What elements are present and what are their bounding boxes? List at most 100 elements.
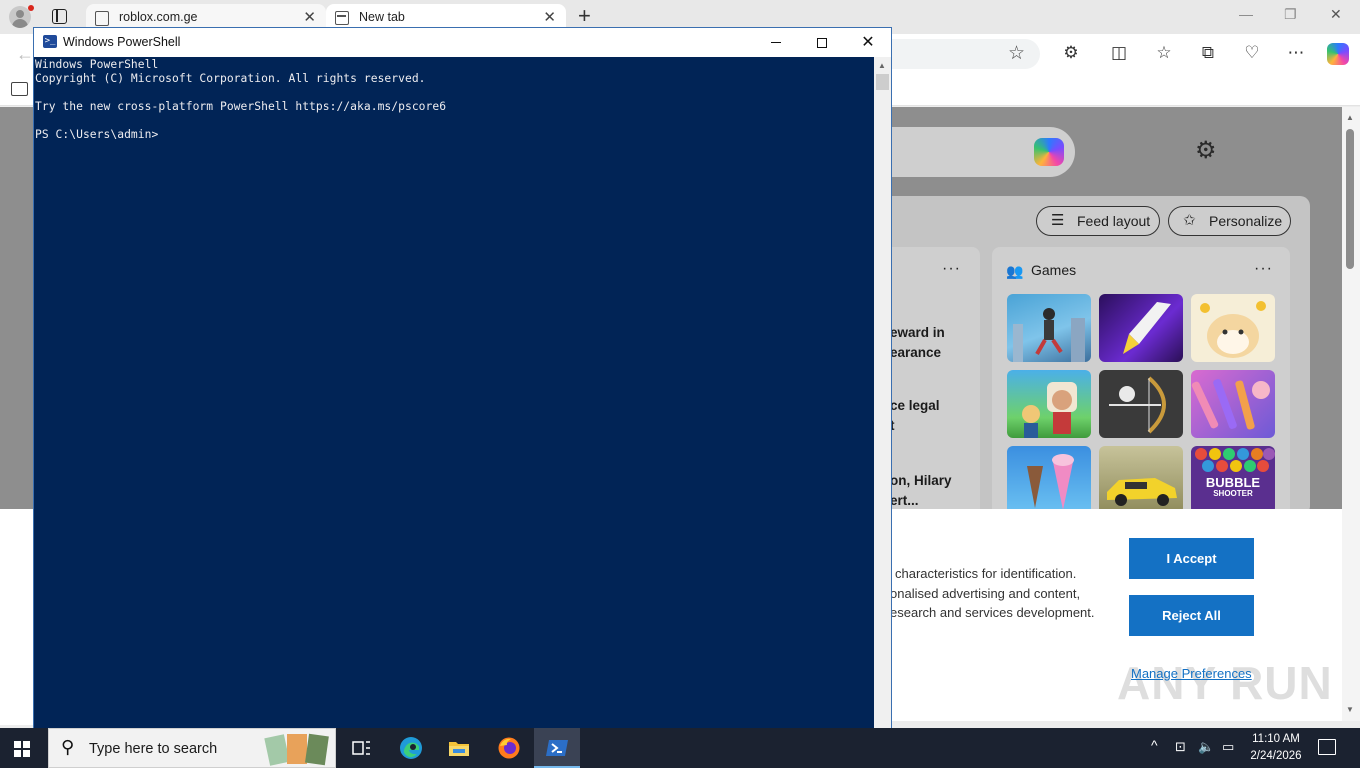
console-line: Windows PowerShell: [35, 58, 159, 71]
browser-restore-button[interactable]: ❐: [1284, 6, 1297, 23]
game-car-icon: [1107, 478, 1177, 506]
game-brush-icon: [1191, 379, 1270, 430]
game-tile-arrow[interactable]: [1099, 294, 1183, 362]
volume-icon[interactable]: 🔈: [1198, 739, 1214, 755]
console-output[interactable]: Windows PowerShell Copyright (C) Microso…: [34, 57, 874, 746]
game-tile-skibidi[interactable]: [1007, 370, 1091, 438]
console-prompt[interactable]: PS C:\Users\admin>: [35, 128, 158, 141]
cookie-text-line: esearch and services development.: [890, 605, 1095, 620]
notifications-icon[interactable]: [1318, 739, 1336, 755]
star-outline-icon: ✩: [1183, 212, 1196, 229]
game-dog-icon: [1200, 301, 1266, 358]
taskbar-powershell[interactable]: [534, 728, 580, 768]
taskbar-file-explorer[interactable]: [436, 728, 482, 768]
tab-close-icon[interactable]: ✕: [303, 8, 316, 26]
close-button[interactable]: ✕: [845, 30, 891, 56]
system-clock[interactable]: 11:10 AM 2/24/2026: [1240, 731, 1312, 765]
taskbar: ⚲ Type here to search ^ ⊡ 🔈 ▭ 11:10 AM 2…: [0, 728, 1360, 768]
feed-layout-button[interactable]: ☰ Feed layout: [1036, 206, 1160, 236]
games-people-icon: 👥: [1006, 263, 1024, 279]
game-tile-bubble-shooter[interactable]: BUBBLE SHOOTER: [1191, 446, 1275, 514]
minimize-button[interactable]: [753, 30, 799, 56]
powershell-icon: [546, 740, 568, 756]
game-tile-archer[interactable]: [1099, 370, 1183, 438]
console-line: Copyright (C) Microsoft Corporation. All…: [35, 72, 426, 85]
games-card-title: Games: [1031, 262, 1077, 278]
meet-now-icon[interactable]: ⊡: [1175, 739, 1186, 755]
maximize-icon: [817, 37, 827, 48]
scroll-up-icon[interactable]: ▲: [1346, 113, 1354, 122]
cookie-text-line: onalised advertising and content,: [890, 586, 1081, 601]
back-arrow-icon[interactable]: ←: [16, 44, 34, 65]
scrollbar-thumb[interactable]: [876, 74, 889, 90]
browser-essentials-icon[interactable]: ♡: [1241, 43, 1263, 63]
clock-date: 2/24/2026: [1250, 750, 1302, 762]
taskbar-edge[interactable]: [388, 728, 434, 768]
powershell-titlebar[interactable]: >_ Windows PowerShell ✕: [34, 28, 891, 57]
search-placeholder: Type here to search: [89, 741, 218, 757]
windows-start-icon[interactable]: [14, 741, 30, 757]
game-bow-icon: [1109, 376, 1166, 434]
game-arrow-icon: [1123, 302, 1171, 354]
game-tile-parkour[interactable]: [1007, 294, 1091, 362]
maximize-button[interactable]: [799, 30, 845, 56]
tab-actions-icon[interactable]: [52, 9, 67, 24]
favorites-folder-icon[interactable]: [11, 82, 28, 96]
feed-layout-label: Feed layout: [1077, 213, 1151, 229]
favorite-star-icon[interactable]: ☆: [1008, 42, 1025, 65]
game-icecream-icon: [1027, 454, 1074, 510]
tab-title: roblox.com.ge: [119, 10, 198, 24]
search-icon: ⚲: [61, 737, 75, 757]
console-line: Try the new cross-platform PowerShell ht…: [35, 100, 447, 113]
reject-cookies-button[interactable]: Reject All: [1129, 595, 1254, 636]
page-scrollbar[interactable]: ▲ ▼: [1342, 107, 1360, 721]
game-tile-makeup[interactable]: [1191, 370, 1275, 438]
personalize-label: Personalize: [1209, 213, 1283, 229]
news-headline[interactable]: eward in earance: [890, 323, 945, 363]
network-icon[interactable]: ▭: [1222, 739, 1234, 755]
news-headline[interactable]: on, Hilary ert...: [890, 471, 952, 511]
game-character-icon: [1022, 382, 1077, 438]
favorites-icon[interactable]: ☆: [1153, 43, 1175, 63]
tab-close-icon[interactable]: ✕: [543, 8, 556, 26]
show-hidden-icons-chevron-icon[interactable]: ^: [1151, 737, 1158, 753]
folder-icon: [449, 742, 469, 756]
collections-icon[interactable]: ⧉: [1197, 43, 1219, 63]
split-screen-icon[interactable]: ◫: [1108, 43, 1130, 63]
personalize-button[interactable]: ✩ Personalize: [1168, 206, 1291, 236]
new-tab-button[interactable]: +: [578, 4, 591, 28]
scroll-up-icon[interactable]: ▲: [878, 61, 886, 70]
powershell-window[interactable]: >_ Windows PowerShell ✕ Windows PowerShe…: [33, 27, 892, 747]
edge-icon: [400, 737, 422, 759]
copilot-icon[interactable]: [1327, 43, 1349, 65]
browser-close-button[interactable]: ✕: [1330, 6, 1342, 23]
manage-preferences-link[interactable]: Manage Preferences: [1131, 666, 1252, 681]
news-card-more-icon[interactable]: ···: [942, 260, 961, 278]
extensions-icon[interactable]: ⚙: [1060, 43, 1082, 63]
game-tile-icecream[interactable]: [1007, 446, 1091, 514]
sliders-icon: ☰: [1051, 212, 1065, 229]
game-figure-icon: [1013, 308, 1085, 362]
minimize-icon: [771, 42, 781, 44]
window-title: Windows PowerShell: [63, 35, 181, 49]
scrollbar-thumb[interactable]: [1346, 129, 1354, 269]
profile-notification-dot: [28, 5, 34, 11]
browser-minimize-button[interactable]: —: [1239, 6, 1253, 22]
tab-title: New tab: [359, 10, 405, 24]
ntp-copilot-icon[interactable]: [1034, 138, 1064, 166]
taskbar-firefox[interactable]: [486, 728, 532, 768]
scroll-down-icon[interactable]: ▼: [1346, 705, 1354, 714]
news-headline[interactable]: ce legal t: [890, 396, 940, 436]
games-card-more-icon[interactable]: ···: [1254, 260, 1273, 278]
bubble-shooter-subtitle: SHOOTER: [1213, 489, 1253, 498]
task-view-button[interactable]: [338, 728, 384, 768]
taskbar-search-box[interactable]: ⚲ Type here to search: [48, 728, 336, 768]
page-bottom-edge: [890, 721, 1342, 726]
firefox-icon: [498, 737, 520, 759]
game-tile-car[interactable]: [1099, 446, 1183, 514]
console-scrollbar[interactable]: ▲ ▼: [874, 57, 891, 746]
page-settings-gear-icon[interactable]: ⚙: [1195, 136, 1217, 165]
settings-more-icon[interactable]: ⋯: [1285, 43, 1307, 63]
game-tile-doge[interactable]: [1191, 294, 1275, 362]
accept-cookies-button[interactable]: I Accept: [1129, 538, 1254, 579]
